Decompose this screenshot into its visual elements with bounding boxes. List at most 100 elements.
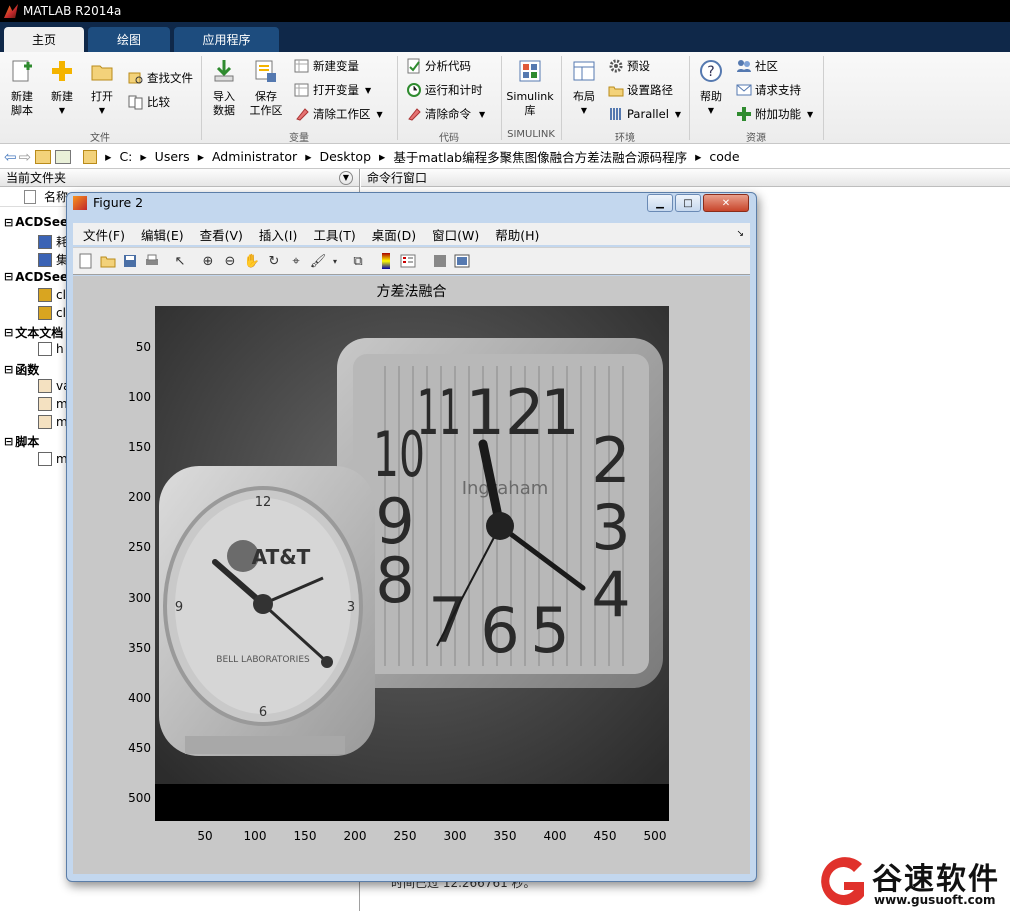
figure-canvas[interactable]: 方差法融合 50 100 150 200 250 300 350 400 450 500 50 10… xyxy=(73,276,750,874)
run-and-time-button[interactable]: 运行和计时 xyxy=(406,80,483,100)
menu-help[interactable]: 帮助(H) xyxy=(495,225,539,244)
tree-group-header[interactable]: ⊟ 脚本 xyxy=(4,433,39,450)
right-clock-number-1: 1 xyxy=(540,376,579,449)
dock-arrow-icon[interactable]: ↘ xyxy=(736,229,744,239)
brush-dropdown-icon[interactable]: ▾ xyxy=(331,252,339,270)
tree-file-item[interactable]: 耗 xyxy=(38,233,68,250)
breadcrumb-item[interactable]: 基于matlab编程多聚焦图像融合方差法融合源码程序 xyxy=(393,147,687,166)
pointer-icon[interactable]: ↖ xyxy=(171,252,189,270)
legend-icon[interactable] xyxy=(399,252,417,270)
menu-file[interactable]: 文件(F) xyxy=(83,225,125,244)
breadcrumb-item[interactable]: Desktop xyxy=(319,149,371,164)
link-plot-icon[interactable]: ⧉ xyxy=(349,252,367,270)
column-name[interactable]: 名称 xyxy=(44,188,68,205)
request-support-button[interactable]: 请求支持 xyxy=(736,80,801,100)
community-button[interactable]: 社区 xyxy=(736,56,778,76)
tree-file-item[interactable]: cl xyxy=(38,306,66,320)
breadcrumb-item[interactable]: Administrator xyxy=(212,149,297,164)
collapse-icon[interactable]: ⊟ xyxy=(4,435,13,448)
tree-file-item[interactable]: m xyxy=(38,415,68,430)
tree-file-item[interactable]: m xyxy=(38,397,68,411)
tree-file-item[interactable]: h xyxy=(38,342,64,357)
analyze-code-button[interactable]: 分析代码 xyxy=(406,56,471,76)
fused-image[interactable]: 11 12 1 2 3 4 5 6 7 8 9 10 Ingraham 12 3… xyxy=(155,306,669,821)
menu-insert[interactable]: 插入(I) xyxy=(259,225,297,244)
data-cursor-icon[interactable]: ⌖ xyxy=(287,252,305,270)
svg-text:?: ? xyxy=(707,64,714,80)
hide-plot-tools-icon[interactable] xyxy=(431,252,449,270)
left-clock: 12 3 6 9 AT&T BELL LABORATORIES xyxy=(159,466,375,756)
tree-group-header[interactable]: ⊟ ACDSee xyxy=(4,215,68,229)
panel-actions-icon[interactable]: ▼ xyxy=(339,170,353,185)
tab-home[interactable]: 主页 xyxy=(4,27,84,52)
open-variable-button[interactable]: 打开变量 ▼ xyxy=(294,80,371,100)
new-plus-icon xyxy=(52,61,72,81)
axes-title: 方差法融合 xyxy=(376,284,447,300)
watermark-url: www.gusuoft.com xyxy=(874,893,996,907)
add-ons-button[interactable]: 附加功能 ▼ xyxy=(736,104,813,124)
request-support-icon xyxy=(736,84,752,96)
collapse-icon[interactable]: ⊟ xyxy=(4,216,13,229)
rotate-3d-icon[interactable]: ↻ xyxy=(265,252,283,270)
set-path-button[interactable]: 设置路径 xyxy=(608,80,673,100)
pan-hand-icon[interactable]: ✋ xyxy=(243,252,261,270)
open-file-icon[interactable] xyxy=(99,252,117,270)
find-files-button[interactable]: 查找文件 xyxy=(128,68,193,88)
show-plot-tools-icon[interactable] xyxy=(453,252,471,270)
tree-file-item[interactable]: 集 xyxy=(38,251,68,268)
tree-group-header[interactable]: ⊟ 文本文档 xyxy=(4,324,63,341)
menu-window[interactable]: 窗口(W) xyxy=(432,225,479,244)
collapse-icon[interactable]: ⊟ xyxy=(4,270,13,283)
breadcrumb-item[interactable]: Users xyxy=(155,149,190,164)
new-script-button[interactable]: 新建 脚本 xyxy=(4,58,40,118)
maximize-button[interactable]: □ xyxy=(675,194,701,212)
collapse-icon[interactable]: ⊟ xyxy=(4,326,13,339)
print-icon[interactable] xyxy=(143,252,161,270)
left-clock-sub: BELL LABORATORIES xyxy=(216,655,310,665)
minimize-button[interactable]: ▁ xyxy=(647,194,673,212)
save-workspace-button[interactable]: 保存 工作区 xyxy=(246,58,286,118)
close-button[interactable]: ✕ xyxy=(703,194,749,212)
clear-workspace-button[interactable]: 清除工作区 ▼ xyxy=(294,104,383,124)
menu-desktop[interactable]: 桌面(D) xyxy=(372,225,416,244)
tab-apps[interactable]: 应用程序 xyxy=(174,27,279,52)
layout-button[interactable]: 布局 ▼ xyxy=(566,58,602,118)
clear-commands-button[interactable]: 清除命令 ▼ xyxy=(406,104,485,124)
collapse-icon[interactable]: ⊟ xyxy=(4,363,13,376)
compare-button[interactable]: 比较 xyxy=(128,92,170,112)
help-button[interactable]: ? 帮助 ▼ xyxy=(694,58,728,118)
add-ons-icon xyxy=(737,107,751,121)
tree-file-item[interactable]: m xyxy=(38,451,68,466)
zoom-out-icon[interactable]: ⊖ xyxy=(221,252,239,270)
up-folder-icon[interactable] xyxy=(35,149,52,164)
menu-view[interactable]: 查看(V) xyxy=(200,225,243,244)
simulink-library-button[interactable]: Simulink 库 xyxy=(504,58,556,118)
app-title: MATLAB R2014a xyxy=(23,4,122,18)
new-variable-button[interactable]: 新建变量 xyxy=(294,56,359,76)
import-data-button[interactable]: 导入 数据 xyxy=(206,58,242,118)
y-tick-label: 450 xyxy=(128,740,151,755)
zoom-in-icon[interactable]: ⊕ xyxy=(199,252,217,270)
breadcrumb-item[interactable]: code xyxy=(709,149,739,164)
brush-icon[interactable]: 🖌 xyxy=(309,252,327,270)
figure-window[interactable]: Figure 2 ▁ □ ✕ 文件(F) 编辑(E) 查看(V) 插入(I) 工… xyxy=(66,192,757,882)
parallel-button[interactable]: Parallel ▼ xyxy=(608,104,681,124)
colorbar-icon[interactable] xyxy=(377,252,395,270)
back-arrow-icon[interactable]: ⇦ xyxy=(4,148,17,166)
forward-arrow-icon[interactable]: ⇨ xyxy=(19,148,32,166)
save-figure-icon[interactable] xyxy=(121,252,139,270)
breadcrumb-item[interactable]: C: xyxy=(119,149,132,164)
browse-folder-icon[interactable] xyxy=(55,149,72,164)
tree-file-item[interactable]: cl xyxy=(38,287,66,302)
menu-edit[interactable]: 编辑(E) xyxy=(141,225,184,244)
tab-plots[interactable]: 绘图 xyxy=(88,27,170,52)
new-button[interactable]: 新建 ▼ xyxy=(44,58,80,118)
new-figure-icon[interactable] xyxy=(77,252,95,270)
tree-group-header[interactable]: ⊟ ACDSee xyxy=(4,270,68,284)
menu-tools[interactable]: 工具(T) xyxy=(313,225,355,244)
y-tick-label: 500 xyxy=(128,790,151,805)
open-button[interactable]: 打开 ▼ xyxy=(84,58,120,118)
y-tick-label: 400 xyxy=(128,690,151,705)
preferences-button[interactable]: 预设 xyxy=(608,56,650,76)
tree-group-header[interactable]: ⊟ 函数 xyxy=(4,361,39,378)
